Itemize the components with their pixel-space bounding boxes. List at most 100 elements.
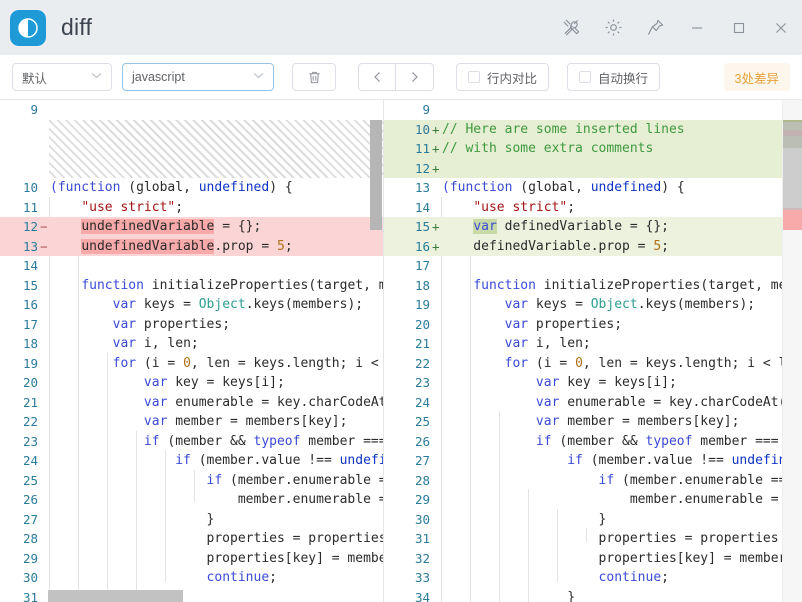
diff-row[interactable]: 12 + (384, 158, 802, 178)
clear-button[interactable] (292, 63, 336, 91)
diff-row[interactable]: 20 var key = keys[i]; (0, 373, 383, 393)
code-token: keys = (528, 297, 591, 312)
diff-row[interactable]: 24 if (member.value !== undefin (0, 451, 383, 471)
left-hscroll-thumb[interactable] (48, 590, 183, 602)
diff-row[interactable]: 18 function initializeProperties(target,… (384, 276, 802, 296)
code-token: ) { (269, 180, 293, 195)
line-number: 20 (414, 316, 430, 332)
diff-row[interactable]: 28 if (member.enumerable == (384, 471, 802, 491)
diff-row[interactable]: 31 properties = properties (384, 529, 802, 549)
diff-row[interactable]: 12− undefinedVariable = {}; (0, 217, 383, 237)
diff-row[interactable]: 28 properties = properties (0, 529, 383, 549)
code-token: function (57, 180, 129, 195)
close-icon[interactable] (760, 0, 802, 55)
code-token: for (504, 355, 529, 371)
code-line: function initializeProperties(target, me (441, 276, 802, 296)
diff-count-badge[interactable]: 3处差异 (723, 63, 790, 91)
modified-file-pane[interactable]: 9 10 +// Here are some inserted lines 11 +//… (384, 100, 802, 602)
language-select[interactable]: javascript (122, 63, 274, 91)
line-number: 14 (414, 199, 430, 215)
diff-row[interactable]: 19 var keys = Object.keys(members); (384, 295, 802, 315)
diff-row[interactable]: 25 var member = members[key]; (384, 412, 802, 432)
diff-row[interactable]: 18 var i, len; (0, 334, 383, 354)
window-controls (550, 0, 802, 55)
diff-row[interactable]: 16 + definedVariable.prop = 5; (384, 236, 802, 256)
code-line: if (member.value !== undefin (49, 451, 383, 471)
diff-row[interactable]: 25 if (member.enumerable == (0, 471, 383, 491)
diff-row[interactable]: 9 (384, 100, 802, 120)
inline-compare-toggle[interactable]: 行内对比 (456, 63, 550, 91)
diff-row[interactable]: 22 for (i = 0, len = keys.length; i < l (384, 354, 802, 374)
code-token: ( (442, 180, 450, 195)
diff-row[interactable]: 29 member.enumerable = (384, 490, 802, 510)
diff-row[interactable]: 26 member.enumerable = (0, 490, 383, 510)
diff-row[interactable]: 15 function initializeProperties(target,… (0, 276, 383, 296)
diff-row[interactable]: 32 properties[key] = member (384, 549, 802, 569)
diff-row[interactable]: 22 var member = members[key]; (0, 412, 383, 432)
theme-select[interactable]: 默认 (12, 63, 112, 91)
tools-icon[interactable] (550, 0, 592, 55)
code-token: properties; (136, 316, 231, 332)
code-token: ( (50, 180, 58, 195)
diff-row[interactable]: 26 if (member && typeof member === (384, 432, 802, 452)
diff-row[interactable]: 33 continue; (384, 568, 802, 588)
diff-row[interactable]: 34 } (384, 588, 802, 602)
code-token: if (175, 453, 191, 468)
diff-row[interactable]: 9 (0, 100, 383, 120)
diff-nav-group (358, 63, 434, 91)
diff-row[interactable]: 20 var properties; (384, 315, 802, 335)
diff-row[interactable]: 24 var enumerable = key.charCodeAt( (384, 393, 802, 413)
gear-icon[interactable] (592, 0, 634, 55)
diff-row[interactable]: 17 (384, 256, 802, 276)
diff-row[interactable]: 21 var i, len; (384, 334, 802, 354)
code-line: properties[key] = member (441, 549, 802, 569)
code-token: 5 (277, 238, 285, 254)
overview-ruler[interactable] (782, 100, 802, 602)
minimize-icon[interactable] (676, 0, 718, 55)
original-file-pane[interactable]: 9 10 (function (global, undefined) {11 "us… (0, 100, 384, 602)
diff-row[interactable]: 27 if (member.value !== undefin (384, 451, 802, 471)
diff-row[interactable]: 23 var key = keys[i]; (384, 373, 802, 393)
line-number: 19 (414, 297, 430, 313)
diff-row[interactable]: 10 +// Here are some inserted lines (384, 119, 802, 139)
overview-scroll-thumb[interactable] (783, 122, 802, 210)
code-line: var member = members[key]; (49, 412, 383, 432)
code-token: = {}; (214, 219, 262, 234)
left-horizontal-scrollbar[interactable] (0, 590, 383, 602)
diff-row[interactable]: 16 var keys = Object.keys(members); (0, 295, 383, 315)
diff-row[interactable]: 21 var enumerable = key.charCodeAt( (0, 393, 383, 413)
language-select-value: javascript (132, 70, 185, 84)
code-line: for (i = 0, len = keys.length; i < l (441, 354, 802, 374)
next-diff-button[interactable] (396, 63, 434, 91)
word-wrap-checkbox[interactable] (579, 71, 592, 83)
diff-row[interactable]: 19 for (i = 0, len = keys.length; i < l (0, 354, 383, 374)
diff-row[interactable]: 11 "use strict"; (0, 198, 383, 218)
diff-row[interactable]: 13− undefinedVariable.prop = 5; (0, 236, 383, 256)
prev-diff-button[interactable] (358, 63, 396, 91)
line-number: 32 (414, 550, 430, 566)
diff-row[interactable]: 10 (function (global, undefined) { (0, 178, 383, 198)
line-number: 16 (414, 238, 430, 254)
diff-row[interactable]: 27 } (0, 510, 383, 530)
pin-icon[interactable] (634, 0, 676, 55)
word-wrap-toggle[interactable]: 自动换行 (567, 63, 661, 91)
diff-row[interactable]: 30 } (384, 510, 802, 530)
left-vertical-scrollbar[interactable] (369, 100, 383, 602)
diff-row[interactable]: 29 properties[key] = member (0, 549, 383, 569)
inline-compare-checkbox[interactable] (468, 71, 480, 83)
diff-row[interactable]: 14 "use strict"; (384, 198, 802, 218)
maximize-icon[interactable] (718, 0, 760, 55)
diff-row[interactable]: 17 var properties; (0, 315, 383, 335)
diff-row[interactable]: 13 (function (global, undefined) { (384, 178, 802, 198)
diff-row[interactable]: 14 (0, 256, 383, 276)
diff-row[interactable]: 23 if (member && typeof member === (0, 432, 383, 452)
diff-row[interactable]: 11 +// with some extra comments (384, 139, 802, 159)
diff-row[interactable]: 15 + var definedVariable = {}; (384, 217, 802, 237)
line-number: 11 (22, 199, 38, 215)
diff-row[interactable]: 30 continue; (0, 568, 383, 588)
left-scroll-thumb[interactable] (370, 120, 382, 230)
